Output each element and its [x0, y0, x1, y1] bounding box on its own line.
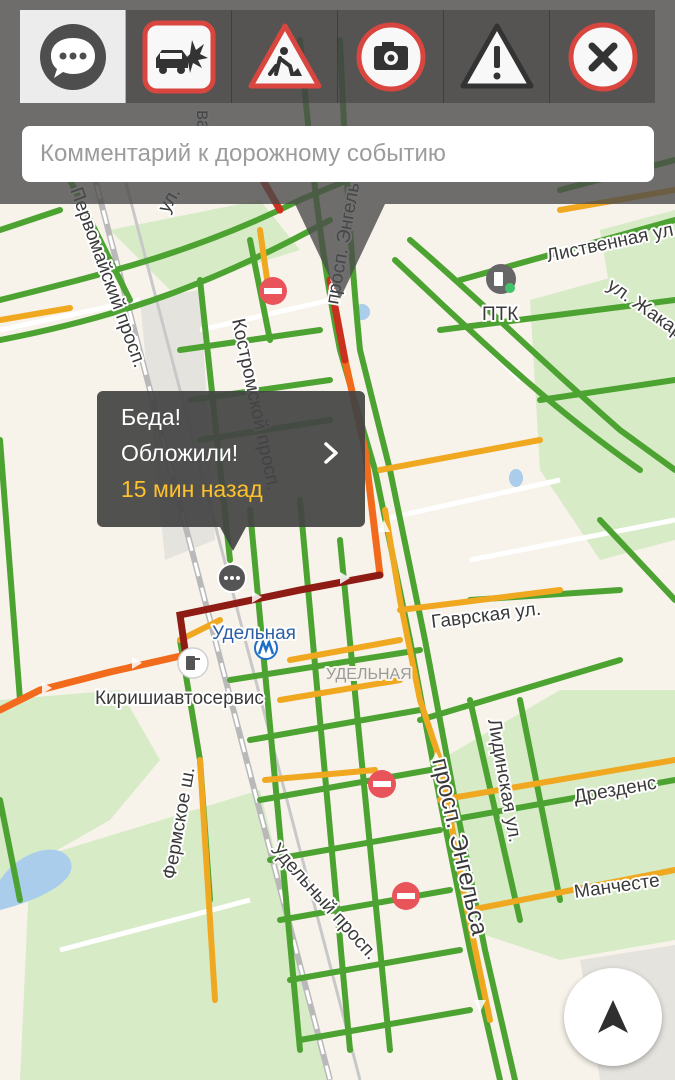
comment-input[interactable]	[22, 126, 654, 182]
speed-camera-event-button[interactable]	[338, 10, 444, 103]
road-works-icon	[248, 23, 321, 88]
panel-pointer	[295, 204, 385, 299]
event-report-panel	[0, 0, 675, 299]
speed-camera-icon	[356, 22, 425, 91]
navigation-arrow-icon	[598, 1000, 628, 1033]
chevron-right-icon	[324, 442, 338, 464]
event-message-line-2: Обложили!	[121, 440, 239, 466]
accident-event-button[interactable]	[126, 10, 232, 103]
close-event-button[interactable]	[550, 10, 655, 103]
event-type-toolbar	[20, 10, 655, 103]
popup-tail	[220, 527, 246, 551]
event-message-line-1: Беда!	[121, 404, 181, 430]
chat-icon	[39, 23, 106, 90]
event-popup[interactable]: Беда! Обложили! 15 мин назад	[97, 391, 365, 527]
warning-event-button[interactable]	[444, 10, 550, 103]
district-label-udelnaya: УДЕЛЬНАЯ	[326, 666, 412, 683]
ev-station-icon[interactable]	[486, 264, 516, 294]
station-label-udelnaya: Удельная	[212, 623, 296, 644]
poi-label-ptk: ПТК	[482, 304, 518, 325]
road-works-event-button[interactable]	[232, 10, 338, 103]
car-crash-icon	[142, 20, 215, 93]
my-location-button[interactable]	[564, 968, 662, 1066]
chat-event-button[interactable]	[20, 10, 126, 103]
chat-event-marker[interactable]	[217, 563, 247, 593]
poi-label-kirishi: Киришиавтосервис	[95, 688, 264, 709]
close-icon	[568, 22, 637, 91]
event-time: 15 мин назад	[121, 476, 263, 502]
warning-icon	[460, 23, 533, 88]
fuel-station-icon[interactable]	[177, 647, 209, 679]
